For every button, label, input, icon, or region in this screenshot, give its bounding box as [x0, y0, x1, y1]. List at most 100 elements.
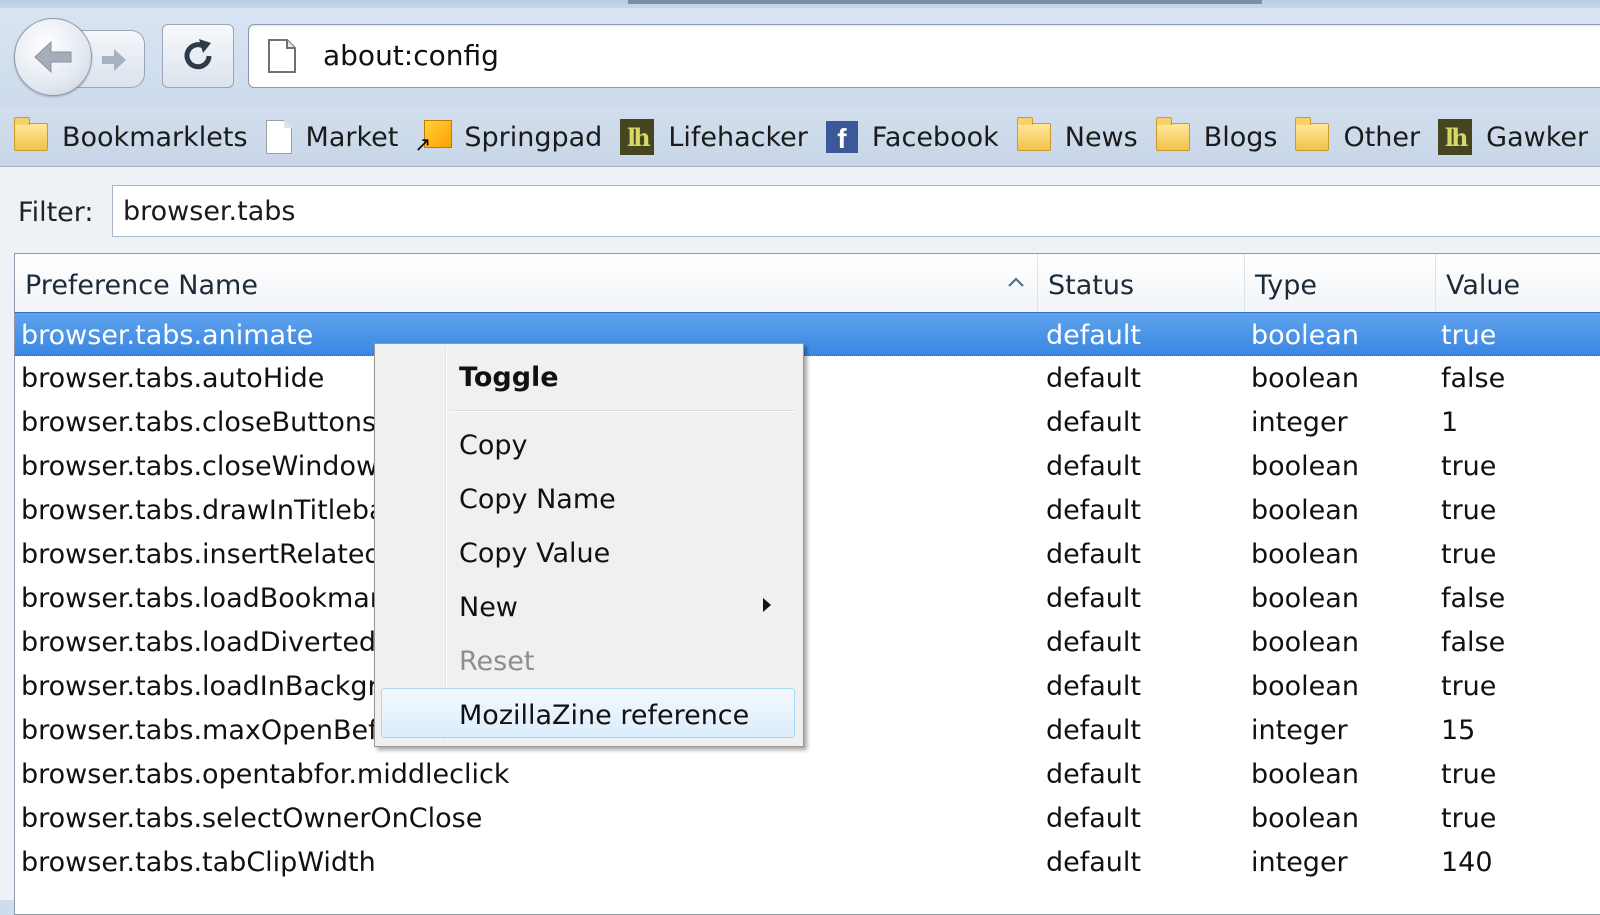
pref-name: browser.tabs.tabClipWidth	[21, 847, 376, 878]
pref-type: boolean	[1251, 627, 1359, 658]
pref-value: true	[1441, 495, 1497, 526]
context-menu: Toggle Copy Copy Name Copy Value New Res…	[374, 343, 804, 747]
bookmark-springpad[interactable]: Springpad	[414, 120, 603, 156]
bookmark-label: Blogs	[1203, 121, 1278, 153]
pref-status: default	[1046, 320, 1142, 351]
menu-item-new[interactable]: New	[459, 592, 518, 623]
pref-status: default	[1046, 407, 1142, 438]
pref-status: default	[1046, 715, 1142, 746]
bookmark-blogs[interactable]: Blogs	[1155, 117, 1278, 153]
bookmark-label: Lifehacker	[668, 121, 808, 153]
tab-strip	[0, 0, 1600, 8]
pref-status: default	[1046, 583, 1142, 614]
pref-status: default	[1046, 451, 1142, 482]
pref-type: integer	[1251, 847, 1348, 878]
folder-icon	[1155, 117, 1190, 151]
pref-name: browser.tabs.selectOwnerOnClose	[21, 803, 483, 834]
pref-status: default	[1046, 539, 1142, 570]
bookmark-label: Other	[1343, 121, 1421, 153]
sort-ascending-icon	[1008, 277, 1024, 287]
url-text: about:config	[323, 39, 499, 72]
pref-value: true	[1441, 539, 1497, 570]
bookmark-label: Facebook	[871, 121, 999, 153]
bookmarks-toolbar: Bookmarklets Market Springpad lh Lifehac…	[0, 108, 1600, 167]
back-button[interactable]	[14, 18, 92, 96]
filter-input[interactable]: browser.tabs	[112, 185, 1600, 237]
table-row[interactable]: browser.tabs.animate default boolean tru…	[15, 312, 1600, 356]
url-bar[interactable]: about:config	[248, 24, 1600, 88]
navigation-toolbar: about:config	[0, 8, 1600, 108]
bookmark-label: Springpad	[464, 121, 603, 153]
preferences-tree[interactable]: Preference Name Status Type Value browse…	[14, 253, 1600, 915]
column-header-name-label: Preference Name	[25, 270, 258, 301]
table-row[interactable]: browser.tabs.maxOpenBefo default integer…	[15, 708, 1600, 752]
pref-type: boolean	[1251, 759, 1359, 790]
pref-type: boolean	[1251, 539, 1359, 570]
column-header-type-label: Type	[1255, 270, 1318, 301]
column-header-type[interactable]: Type	[1245, 254, 1436, 312]
pref-type: integer	[1251, 715, 1348, 746]
page-icon	[265, 120, 292, 154]
column-header-value[interactable]: Value	[1436, 254, 1600, 312]
pref-value: false	[1441, 363, 1506, 394]
pref-type: boolean	[1251, 451, 1359, 482]
pref-type: integer	[1251, 407, 1348, 438]
pref-name: browser.tabs.opentabfor.middleclick	[21, 759, 510, 790]
table-row[interactable]: browser.tabs.insertRelatedA default bool…	[15, 532, 1600, 576]
bookmark-label: Bookmarklets	[62, 121, 248, 153]
bookmark-other[interactable]: Other	[1295, 117, 1421, 153]
tab-edge	[628, 0, 1262, 4]
pref-value: true	[1441, 320, 1497, 351]
pref-status: default	[1046, 847, 1142, 878]
menu-item-copy[interactable]: Copy	[459, 430, 528, 461]
bookmark-label: News	[1064, 121, 1138, 153]
reload-icon	[184, 39, 212, 70]
table-row[interactable]: browser.tabs.closeButtons default intege…	[15, 400, 1600, 444]
lifehacker-icon: lh	[620, 119, 655, 155]
table-row[interactable]: browser.tabs.opentabfor.middleclick defa…	[15, 752, 1600, 796]
pref-value: true	[1441, 759, 1497, 790]
menu-item-toggle[interactable]: Toggle	[459, 362, 559, 393]
menu-item-mozillazine-reference[interactable]: MozillaZine reference	[459, 700, 749, 731]
pref-status: default	[1046, 803, 1142, 834]
table-row[interactable]: browser.tabs.selectOwnerOnClose default …	[15, 796, 1600, 840]
bookmark-facebook[interactable]: f Facebook	[825, 121, 999, 153]
pref-value: 15	[1441, 715, 1476, 746]
submenu-arrow-icon	[763, 598, 771, 612]
table-row[interactable]: browser.tabs.tabClipWidth default intege…	[15, 840, 1600, 884]
facebook-icon: f	[825, 121, 858, 153]
filter-value: browser.tabs	[123, 196, 296, 227]
column-header-status[interactable]: Status	[1038, 254, 1245, 312]
folder-icon	[1295, 117, 1330, 151]
bookmark-label: Market	[305, 121, 399, 153]
pref-type: boolean	[1251, 495, 1359, 526]
pref-value: true	[1441, 671, 1497, 702]
column-header-name[interactable]: Preference Name	[15, 254, 1038, 312]
page-icon	[268, 39, 296, 73]
menu-item-reset: Reset	[459, 646, 535, 677]
pref-status: default	[1046, 363, 1142, 394]
bookmark-lifehacker[interactable]: lh Lifehacker	[620, 119, 808, 155]
table-row[interactable]: browser.tabs.loadInBackgro default boole…	[15, 664, 1600, 708]
menu-icon-gutter	[445, 346, 447, 742]
bookmark-news[interactable]: News	[1016, 117, 1138, 153]
menu-item-copy-value[interactable]: Copy Value	[459, 538, 610, 569]
pref-value: true	[1441, 803, 1497, 834]
table-row[interactable]: browser.tabs.autoHide default boolean fa…	[15, 356, 1600, 400]
table-row[interactable]: browser.tabs.loadDivertedIn default bool…	[15, 620, 1600, 664]
filter-label: Filter:	[18, 197, 94, 228]
menu-separator	[449, 410, 797, 412]
bookmark-market[interactable]: Market	[265, 120, 399, 154]
pref-type: boolean	[1251, 803, 1359, 834]
preference-rows: browser.tabs.animate default boolean tru…	[15, 312, 1600, 884]
bookmark-gawker[interactable]: lh Gawker	[1438, 119, 1588, 155]
table-row[interactable]: browser.tabs.loadBookmark default boolea…	[15, 576, 1600, 620]
forward-arrow-icon	[102, 49, 126, 71]
bookmark-bookmarklets[interactable]: Bookmarklets	[14, 117, 248, 153]
folder-icon	[14, 117, 48, 151]
pref-value: false	[1441, 583, 1506, 614]
reload-button[interactable]	[162, 24, 234, 88]
table-row[interactable]: browser.tabs.closeWindowW default boolea…	[15, 444, 1600, 488]
table-row[interactable]: browser.tabs.drawInTitlebar default bool…	[15, 488, 1600, 532]
menu-item-copy-name[interactable]: Copy Name	[459, 484, 616, 515]
